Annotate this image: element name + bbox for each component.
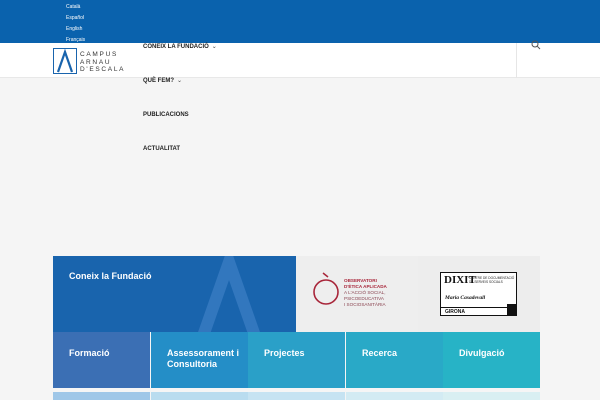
- lower-tile-4[interactable]: [346, 392, 443, 400]
- tile-assessorament[interactable]: Assessorament i Consultoria: [151, 332, 248, 388]
- logo-mark-icon: [53, 48, 77, 74]
- dixit-city: GIRONA: [445, 309, 465, 315]
- dixit-divider: [441, 307, 516, 308]
- tile-coneix-fundacio[interactable]: Coneix la Fundació: [53, 256, 296, 332]
- language-list: Català Español English Français: [66, 2, 85, 46]
- tile-observatori[interactable]: OBSERVATORI D'ÈTICA APLICADA A L'ACCIÓ S…: [296, 256, 418, 332]
- language-catala-link[interactable]: Català: [66, 2, 85, 13]
- tile-divulgacio[interactable]: Divulgació: [443, 332, 540, 388]
- observatori-text: OBSERVATORI D'ÈTICA APLICADA A L'ACCIÓ S…: [344, 278, 387, 308]
- dixit-name-1: Maria Casadevall: [445, 295, 486, 301]
- logo-line-2: ARNAU: [80, 58, 112, 66]
- observatori-line-5: I SOCIOSANITÀRIA: [344, 302, 386, 307]
- tile-dixit[interactable]: DIXIT CENTRE DE DOCUMENTACIÓ DE SERVEIS …: [418, 256, 540, 332]
- tile-formacio-label: Formació: [69, 348, 110, 358]
- lower-tile-5[interactable]: [443, 392, 540, 400]
- chevron-down-icon: ⌄: [211, 44, 217, 50]
- nav-item-coneix[interactable]: CONEIX LA FUNDACIÓ ⌄: [143, 43, 217, 50]
- dixit-corner: [507, 304, 517, 316]
- nav-label-coneix: CONEIX LA FUNDACIÓ: [143, 44, 209, 50]
- logo-text: CAMPUS ARNAU D'ESCALA: [80, 51, 125, 74]
- chevron-down-icon: ⌄: [177, 78, 183, 84]
- language-espanol-link[interactable]: Español: [66, 13, 85, 24]
- tile-formacio[interactable]: Formació: [53, 332, 150, 388]
- logo-line-3: D'ESCALA: [80, 66, 126, 73]
- tile-main-title: Coneix la Fundació: [69, 271, 152, 281]
- nav-item-actualitat[interactable]: ACTUALITAT: [143, 146, 180, 152]
- dixit-subtitle: CENTRE DE DOCUMENTACIÓ DE SERVEIS SOCIAL…: [469, 276, 514, 284]
- a-mark-icon: [198, 256, 260, 332]
- dixit-name: Maria Casadevall: [445, 295, 485, 301]
- dixit-logo: DIXIT CENTRE DE DOCUMENTACIÓ DE SERVEIS …: [440, 272, 517, 316]
- tile-divulgacio-label: Divulgació: [459, 348, 505, 358]
- tile-projectes-label: Projectes: [264, 348, 305, 358]
- tile-recerca[interactable]: Recerca: [346, 332, 443, 388]
- nav-label-publicacions: PUBLICACIONS: [143, 112, 189, 118]
- nav-item-que-fem[interactable]: QUÈ FEM? ⌄: [143, 77, 182, 84]
- tile-recerca-label: Recerca: [362, 348, 398, 358]
- tile-projectes[interactable]: Projectes: [248, 332, 345, 388]
- site-header: CAMPUS ARNAU D'ESCALA: [0, 43, 600, 78]
- site-logo[interactable]: CAMPUS ARNAU D'ESCALA: [53, 48, 123, 74]
- logo-line-1: CAMPUS: [80, 51, 119, 58]
- search-icon[interactable]: [531, 40, 541, 50]
- nav-label-que-fem: QUÈ FEM?: [143, 78, 174, 84]
- dixit-sub-2: DE SERVEIS SOCIALS: [469, 280, 503, 284]
- language-english-link[interactable]: English: [66, 24, 85, 35]
- nav-item-publicacions[interactable]: PUBLICACIONS: [143, 112, 189, 118]
- service-tiles: Formació Assessorament i Consultoria Pro…: [53, 332, 540, 388]
- lower-tile-2[interactable]: [151, 392, 248, 400]
- nav-label-actualitat: ACTUALITAT: [143, 146, 181, 152]
- lower-tile-strip: [53, 392, 540, 400]
- lower-tile-3[interactable]: [248, 392, 345, 400]
- header-divider: [516, 43, 517, 78]
- tile-assessorament-label: Assessorament i Consultoria: [167, 348, 240, 369]
- lower-tile-1[interactable]: [53, 392, 150, 400]
- language-bar: Català Español English Français: [0, 0, 600, 43]
- feature-grid: Coneix la Fundació OBSERVATORI D'ÈTICA A…: [53, 256, 540, 400]
